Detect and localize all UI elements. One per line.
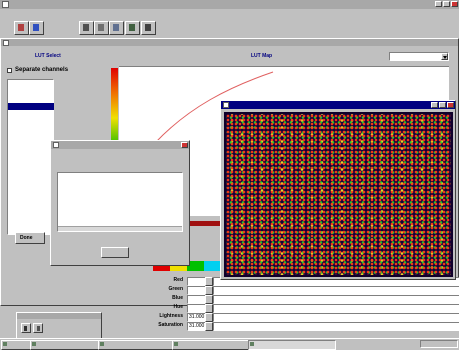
param-label: Red — [173, 277, 183, 283]
tool-button[interactable] — [79, 21, 94, 35]
grid-tool-icon — [145, 24, 151, 31]
param-row-green: Green — [153, 286, 459, 295]
tool-button[interactable] — [94, 21, 109, 35]
system-tray — [420, 340, 458, 348]
sample-list[interactable] — [7, 79, 54, 235]
tool-button[interactable] — [109, 21, 124, 35]
done-button[interactable]: Done — [15, 232, 45, 244]
param-row-blue: Blue — [153, 295, 459, 304]
image-window-title-bar[interactable] — [221, 101, 455, 109]
param-slider[interactable] — [213, 313, 459, 322]
menu-bar — [6, 10, 61, 18]
list-item-selected[interactable] — [8, 103, 54, 110]
param-slider[interactable] — [213, 304, 459, 313]
microarray-image[interactable] — [224, 112, 453, 277]
log-text-area[interactable] — [57, 172, 183, 232]
taskbar-task[interactable] — [98, 340, 178, 350]
done-button-label: Done — [20, 235, 33, 241]
chart-tool-icon — [129, 24, 135, 31]
chevron-down-icon[interactable] — [205, 313, 213, 322]
toolbox-title-bar[interactable] — [17, 313, 101, 319]
maximize-icon[interactable] — [443, 1, 450, 7]
tool-button[interactable] — [141, 21, 156, 35]
close-icon[interactable] — [181, 142, 188, 148]
zoom-tool-icon — [83, 24, 89, 31]
image-tool-icon — [113, 24, 119, 31]
param-slider[interactable] — [213, 295, 459, 304]
chevron-down-icon[interactable] — [441, 53, 448, 60]
separate-channels-label: Separate channels — [15, 67, 69, 73]
log-window-title-bar[interactable] — [51, 141, 189, 149]
list-item[interactable] — [8, 82, 54, 89]
log-ok-button[interactable] — [101, 247, 129, 258]
image-window — [220, 100, 456, 280]
param-label: Saturation — [158, 322, 183, 328]
param-slider[interactable] — [213, 286, 459, 295]
log-menu-bar — [55, 151, 72, 157]
log-window — [50, 140, 190, 266]
app-icon — [2, 1, 9, 8]
lut-map-label: LUT Map — [251, 53, 273, 59]
app-title-bar[interactable] — [0, 0, 459, 9]
chevron-down-icon[interactable] — [205, 295, 213, 304]
log-window-controls — [181, 142, 188, 148]
lut-window-icon — [3, 40, 9, 46]
param-label: Blue — [172, 295, 183, 301]
hand-tool-icon — [98, 24, 104, 31]
arrow-tool-icon — [24, 326, 27, 331]
separate-channels-checkbox[interactable] — [7, 68, 12, 73]
tool-button[interactable] — [29, 21, 44, 35]
chevron-down-icon[interactable] — [205, 286, 213, 295]
arrow-tool-icon — [18, 24, 24, 31]
param-label: Hue — [173, 304, 183, 310]
param-slider[interactable] — [213, 322, 459, 331]
image-window-icon — [223, 102, 229, 108]
taskbar-task[interactable] — [172, 340, 254, 350]
minimize-icon[interactable] — [435, 1, 442, 7]
param-row-saturation: Saturation 31.000 — [153, 322, 459, 331]
param-label: Green — [168, 286, 183, 292]
lut-select-label: LUT Select — [35, 53, 61, 59]
close-icon[interactable] — [447, 102, 454, 108]
toolbar — [0, 19, 459, 35]
swatch-cyan[interactable] — [204, 261, 221, 271]
log-scrollbar[interactable] — [58, 226, 182, 231]
taskbar-task-active[interactable] — [248, 340, 336, 350]
close-icon[interactable] — [451, 1, 458, 7]
list-item[interactable] — [8, 89, 54, 96]
toolbox-button[interactable] — [33, 323, 43, 333]
chevron-down-icon[interactable] — [205, 277, 213, 286]
minimize-icon[interactable] — [431, 102, 438, 108]
toolbox-button[interactable] — [21, 323, 31, 333]
lut-window-title-bar[interactable] — [1, 39, 458, 46]
maximize-icon[interactable] — [439, 102, 446, 108]
list-item[interactable] — [8, 96, 54, 103]
param-label: Lightness — [159, 313, 183, 319]
chevron-down-icon[interactable] — [205, 304, 213, 313]
taskbar-task[interactable] — [30, 340, 104, 350]
chevron-down-icon[interactable] — [205, 322, 213, 331]
pointer-tool-icon — [33, 24, 39, 31]
map-dropdown[interactable] — [389, 52, 449, 61]
pointer-tool-icon — [37, 326, 40, 331]
param-row-hue: Hue — [153, 304, 459, 313]
image-window-controls — [431, 102, 454, 108]
parameter-panel: Red Green Blue Hue Lightness 31.000 Satu… — [153, 277, 459, 337]
tool-button[interactable] — [14, 21, 29, 35]
param-row-lightness: Lightness 31.000 — [153, 313, 459, 322]
tool-button[interactable] — [125, 21, 140, 35]
log-window-icon — [53, 142, 59, 148]
taskbar — [0, 338, 459, 350]
app-window-controls — [435, 1, 458, 7]
